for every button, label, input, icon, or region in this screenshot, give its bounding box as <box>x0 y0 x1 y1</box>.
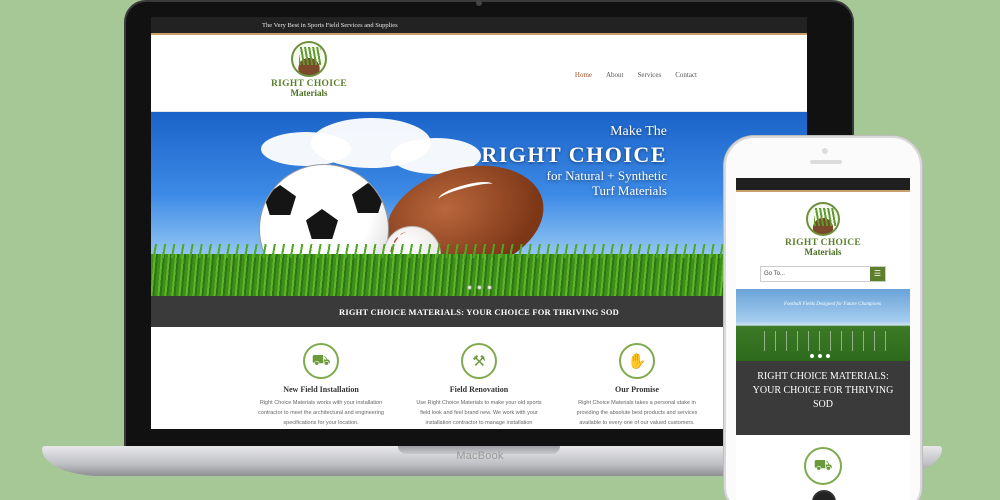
wheelbarrow-icon: ⛟ <box>804 447 842 485</box>
slider-dot[interactable] <box>467 285 472 290</box>
logo-line-2: Materials <box>804 247 842 257</box>
laptop-brand-label: MacBook <box>456 450 504 462</box>
top-tagline-bar: The Very Best in Sports Field Services a… <box>151 17 807 35</box>
slider-dot[interactable] <box>818 354 822 358</box>
hero-headline: Make The RIGHT CHOICE for Natural + Synt… <box>481 124 667 198</box>
slider-dots <box>810 354 830 358</box>
site-logo[interactable]: RIGHT CHOICE Materials <box>263 41 355 98</box>
football-field-image <box>754 331 892 351</box>
feature-title[interactable]: Field Renovation <box>414 385 544 394</box>
feature-title[interactable]: Our Promise <box>572 385 702 394</box>
hero-line-1: Make The <box>610 124 667 139</box>
slider-dot[interactable] <box>810 354 814 358</box>
logo-line-2: Materials <box>290 88 328 98</box>
slider-dot[interactable] <box>487 285 492 290</box>
handshake-icon: ✋ <box>619 343 655 379</box>
wheelbarrow-icon: ⛟ <box>303 343 339 379</box>
nav-home[interactable]: Home <box>575 71 592 79</box>
mobile-hero-text: Football Fields Designed for Future Cham… <box>784 302 881 307</box>
menu-icon[interactable]: ☰ <box>870 267 885 281</box>
tagline-band: RIGHT CHOICE MATERIALS: YOUR CHOICE FOR … <box>151 296 807 327</box>
feature-title[interactable]: New Field Installation <box>256 385 386 394</box>
phone-screen: RIGHT CHOICE Materials Go To... ☰ Footba… <box>736 178 910 500</box>
grass-logo-icon <box>806 202 840 236</box>
slider-dots <box>467 285 492 290</box>
feature-body: Right Choice Materials works with your i… <box>258 400 384 426</box>
mobile-top-bar <box>736 178 910 192</box>
hero-line-4: Turf Materials <box>592 183 667 198</box>
nav-services[interactable]: Services <box>638 71 662 79</box>
main-nav: Home About Services Contact <box>575 71 697 79</box>
feature-new-field-installation: ⛟ New Field Installation Right Choice Ma… <box>256 343 386 428</box>
mobile-tagline-band: RIGHT CHOICE MATERIALS: YOUR CHOICE FOR … <box>736 361 910 435</box>
slider-dot[interactable] <box>826 354 830 358</box>
slider-dot[interactable] <box>477 285 482 290</box>
hero-slider: Make The RIGHT CHOICE for Natural + Synt… <box>151 112 807 296</box>
laptop-screen: The Very Best in Sports Field Services a… <box>151 17 807 429</box>
features-row: ⛟ New Field Installation Right Choice Ma… <box>151 327 807 428</box>
feature-body: Use Right Choice Materials to make your … <box>416 400 542 426</box>
hero-line-2: RIGHT CHOICE <box>481 142 667 167</box>
feature-body: Right Choice Materials takes a personal … <box>576 400 698 426</box>
select-value: Go To... <box>764 271 785 277</box>
phone-speaker <box>810 160 842 164</box>
hero-line-3: for Natural + Synthetic <box>546 168 667 183</box>
nav-about[interactable]: About <box>606 71 624 79</box>
nav-contact[interactable]: Contact <box>675 71 697 79</box>
mobile-hero-slider: Football Fields Designed for Future Cham… <box>736 289 910 361</box>
mobile-nav-select[interactable]: Go To... ☰ <box>760 266 886 282</box>
phone-frame: RIGHT CHOICE Materials Go To... ☰ Footba… <box>724 136 922 500</box>
mobile-logo[interactable]: RIGHT CHOICE Materials <box>736 192 910 257</box>
laptop-camera <box>476 0 482 6</box>
tagline: The Very Best in Sports Field Services a… <box>262 22 398 29</box>
feature-field-renovation: ⚒ Field Renovation Use Right Choice Mate… <box>414 343 544 428</box>
phone-camera <box>822 148 828 154</box>
site-header: RIGHT CHOICE Materials Home About Servic… <box>151 35 807 112</box>
feature-our-promise: ✋ Our Promise Right Choice Materials tak… <box>572 343 702 428</box>
shovel-icon: ⚒ <box>461 343 497 379</box>
grass-logo-icon <box>291 41 327 77</box>
